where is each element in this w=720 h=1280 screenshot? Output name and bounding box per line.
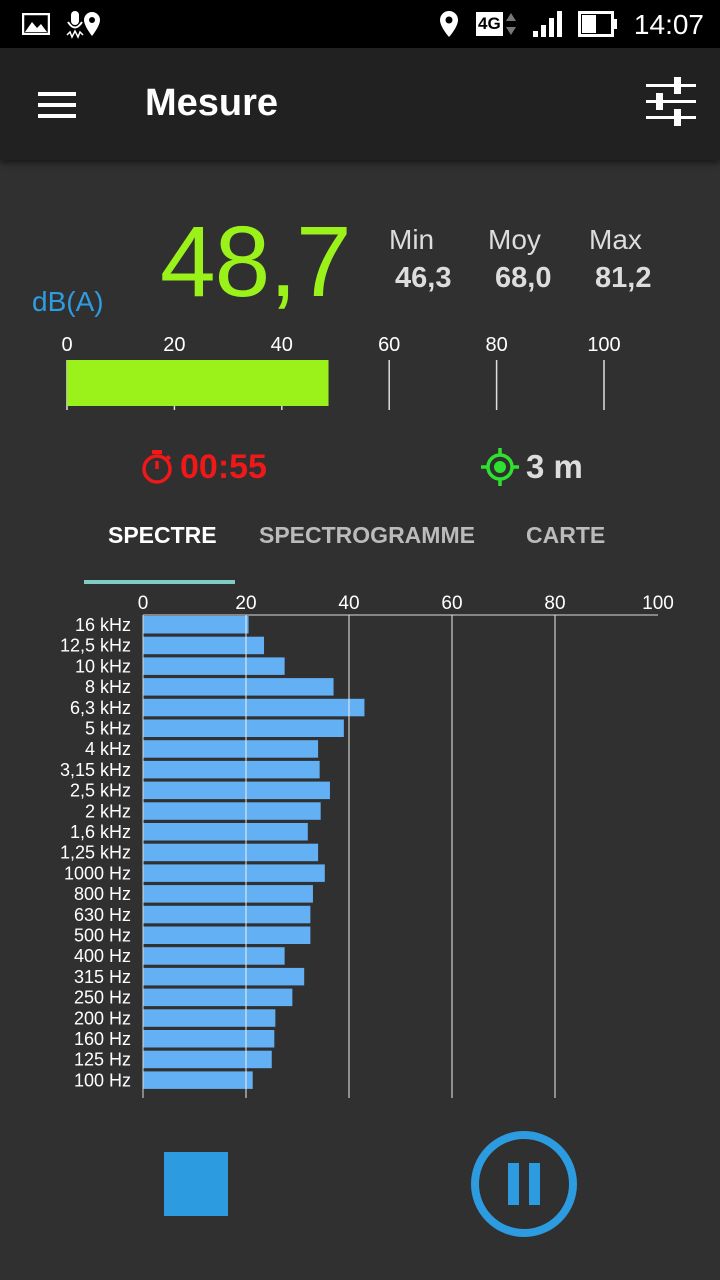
spectrum-band-label: 8 kHz [85, 677, 131, 697]
spectrum-bar [143, 905, 311, 924]
level-scale-tick-label: 0 [61, 334, 72, 356]
spectrum-band-label: 1000 Hz [64, 863, 131, 883]
spectrum-bar [143, 1071, 253, 1089]
spectrum-bar [143, 719, 344, 737]
spectrum-bar [143, 823, 308, 841]
spectrum-tick-label: 0 [138, 593, 149, 614]
spectrum-band-label: 5 kHz [85, 719, 131, 739]
spectrum-band-label: 250 Hz [74, 988, 131, 1008]
spectrum-band-label: 12,5 kHz [60, 636, 131, 656]
settings-button[interactable] [644, 74, 704, 134]
spectrum-tick-label: 20 [235, 593, 256, 614]
menu-button[interactable] [28, 80, 84, 128]
level-scale-tick-label: 40 [271, 334, 293, 356]
level-scale-tick-label: 100 [587, 334, 620, 356]
spectrum-band-label: 1,25 kHz [60, 843, 131, 863]
min-label: Min [389, 224, 435, 255]
tab-spectrogramme[interactable]: SPECTROGRAMME [259, 522, 475, 549]
spectrum-band-label: 160 Hz [74, 1029, 131, 1049]
timer: 00:55 [140, 445, 267, 489]
avg-label: Moy [488, 224, 541, 255]
level-scale-tick-label: 60 [378, 334, 400, 356]
spectrum-bar [143, 1030, 275, 1048]
level-scale-tick-label: 80 [485, 334, 507, 356]
pause-button[interactable] [470, 1130, 578, 1238]
spectrum-band-label: 10 kHz [75, 656, 131, 676]
image-icon [22, 0, 50, 48]
tab-carte[interactable]: CARTE [526, 522, 605, 549]
spectrum-tick-label: 80 [544, 593, 565, 614]
spectrum-tick-label: 40 [338, 593, 359, 614]
spectrum-band-label: 2,5 kHz [70, 781, 131, 801]
spectrum-bar [143, 802, 321, 820]
gps-accuracy: 3 m [480, 445, 583, 489]
spectrum-band-label: 2 kHz [85, 801, 131, 821]
spectrum-band-label: 125 Hz [74, 1050, 131, 1070]
spectrum-bar [143, 967, 305, 986]
location-icon [438, 0, 460, 48]
spectrum-band-label: 6,3 kHz [70, 698, 131, 718]
spectrum-bar [143, 885, 313, 903]
tab-indicator [84, 580, 235, 584]
signal-icon [532, 0, 568, 48]
spectrum-bar [143, 864, 325, 882]
unit-label: dB(A) [32, 286, 104, 317]
page-title: Mesure [145, 82, 279, 124]
spectrum-bar [143, 926, 311, 944]
spectrum-bar [143, 1050, 272, 1069]
spectrum-bar [143, 988, 293, 1007]
spectrum-bar [143, 698, 365, 717]
gps-target-icon [481, 448, 519, 486]
timer-value: 00:55 [180, 447, 267, 486]
clock: 14:07 [633, 9, 704, 40]
level-meter: 0 20 40 60 80 100 [61, 334, 621, 410]
stopwatch-icon [142, 450, 172, 484]
avg-value: 68,0 [495, 262, 552, 294]
spectrum-bar [143, 678, 334, 696]
spectrum-bar [143, 740, 319, 758]
spectrum-bar [143, 616, 249, 634]
spectrum-bar [143, 947, 285, 965]
app-bar: Mesure [0, 48, 720, 160]
spectrum-band-label: 3,15 kHz [60, 760, 131, 780]
spectrum-band-label: 100 Hz [74, 1070, 131, 1090]
spectrum-bar [143, 1009, 276, 1027]
spectrum-tick-label: 60 [441, 593, 462, 614]
max-label: Max [589, 224, 642, 255]
spectrum-band-label: 16 kHz [75, 615, 131, 635]
max-value: 81,2 [595, 262, 652, 294]
spectrum-bar [143, 760, 320, 779]
location-icon [82, 0, 102, 48]
status-bar: 4G 14:07 [0, 0, 720, 48]
spectrum-band-label: 4 kHz [85, 739, 131, 759]
spectrum-band-label: 200 Hz [74, 1008, 131, 1028]
spectrum-band-label: 400 Hz [74, 946, 131, 966]
equalizer-settings-icon [646, 77, 696, 126]
pause-icon [471, 1131, 577, 1237]
spectrum-bar [143, 657, 285, 675]
spectrum-band-label: 1,6 kHz [70, 822, 131, 842]
level-bar [67, 360, 329, 406]
menu-icon [38, 92, 76, 118]
spectrum-band-label: 800 Hz [74, 884, 131, 904]
min-value: 46,3 [395, 262, 452, 294]
spectrum-bar [143, 843, 319, 862]
spectrum-chart: 16 kHz12,5 kHz10 kHz8 kHz6,3 kHz5 kHz4 k… [60, 593, 674, 1098]
level-scale-tick-label: 20 [163, 334, 185, 356]
battery-icon [578, 0, 618, 48]
stop-button[interactable] [164, 1152, 228, 1216]
spectrum-tick-label: 100 [642, 593, 674, 614]
spectrum-band-label: 500 Hz [74, 926, 131, 946]
spectrum-bar [143, 781, 330, 800]
tab-spectre[interactable]: SPECTRE [108, 522, 217, 549]
current-level-value: 48,7 [160, 206, 352, 318]
spectrum-band-label: 630 Hz [74, 905, 131, 925]
4g-icon: 4G [476, 0, 517, 48]
spectrum-band-label: 315 Hz [74, 967, 131, 987]
gps-accuracy-value: 3 m [526, 448, 583, 485]
